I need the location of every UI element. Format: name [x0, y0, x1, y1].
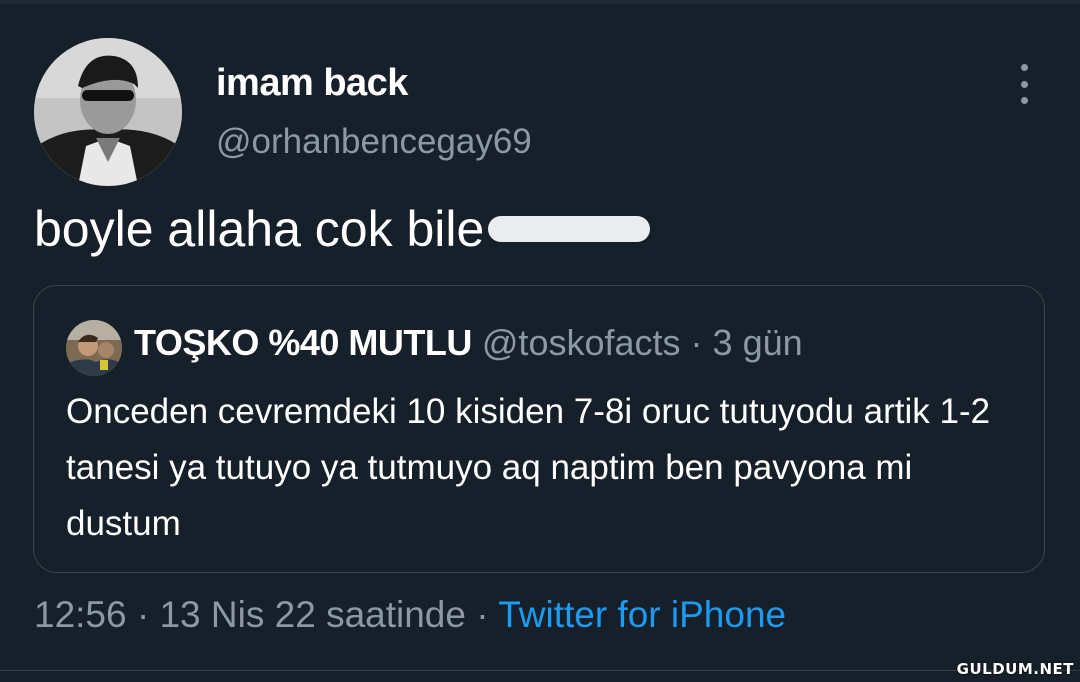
tweet-time[interactable]: 12:56 — [34, 594, 127, 635]
meta-separator-2: · — [476, 594, 489, 635]
quoted-display-name[interactable]: TOŞKO %40 MUTLU — [134, 322, 472, 363]
tweet-meta: 12:56 · 13 Nis 22 saatinde · Twitter for… — [34, 594, 786, 636]
author-display-name[interactable]: imam back — [216, 62, 408, 105]
quoted-tweet-text: Onceden cevremdeki 10 kisiden 7-8i oruc … — [66, 392, 991, 543]
quoted-tweet-card[interactable]: TOŞKO %40 MUTLU @toskofacts · 3 gün Once… — [33, 285, 1045, 573]
tweet-text: boyle allaha cok bile — [34, 201, 485, 257]
redaction-blur — [488, 215, 651, 242]
watermark: GULDUM.NET — [956, 660, 1074, 678]
quoted-time-ago[interactable]: 3 gün — [713, 322, 803, 363]
quoted-author-avatar[interactable] — [66, 320, 122, 376]
top-divider — [0, 0, 1080, 4]
bottom-divider — [0, 670, 1080, 671]
author-avatar[interactable] — [34, 38, 182, 186]
author-handle[interactable]: @orhanbencegay69 — [216, 122, 532, 162]
quoted-separator: · — [690, 322, 703, 363]
tweet-date[interactable]: 13 Nis 22 saatinde — [159, 594, 465, 635]
more-vertical-icon[interactable] — [1012, 64, 1036, 104]
tweet-source-link[interactable]: Twitter for iPhone — [498, 594, 786, 635]
quoted-tweet-header: TOŞKO %40 MUTLU @toskofacts · 3 gün — [134, 322, 803, 364]
meta-separator-1: · — [136, 594, 150, 635]
tweet-text-container: boyle allaha cok bile — [34, 200, 651, 258]
quoted-handle[interactable]: @toskofacts — [482, 322, 681, 363]
